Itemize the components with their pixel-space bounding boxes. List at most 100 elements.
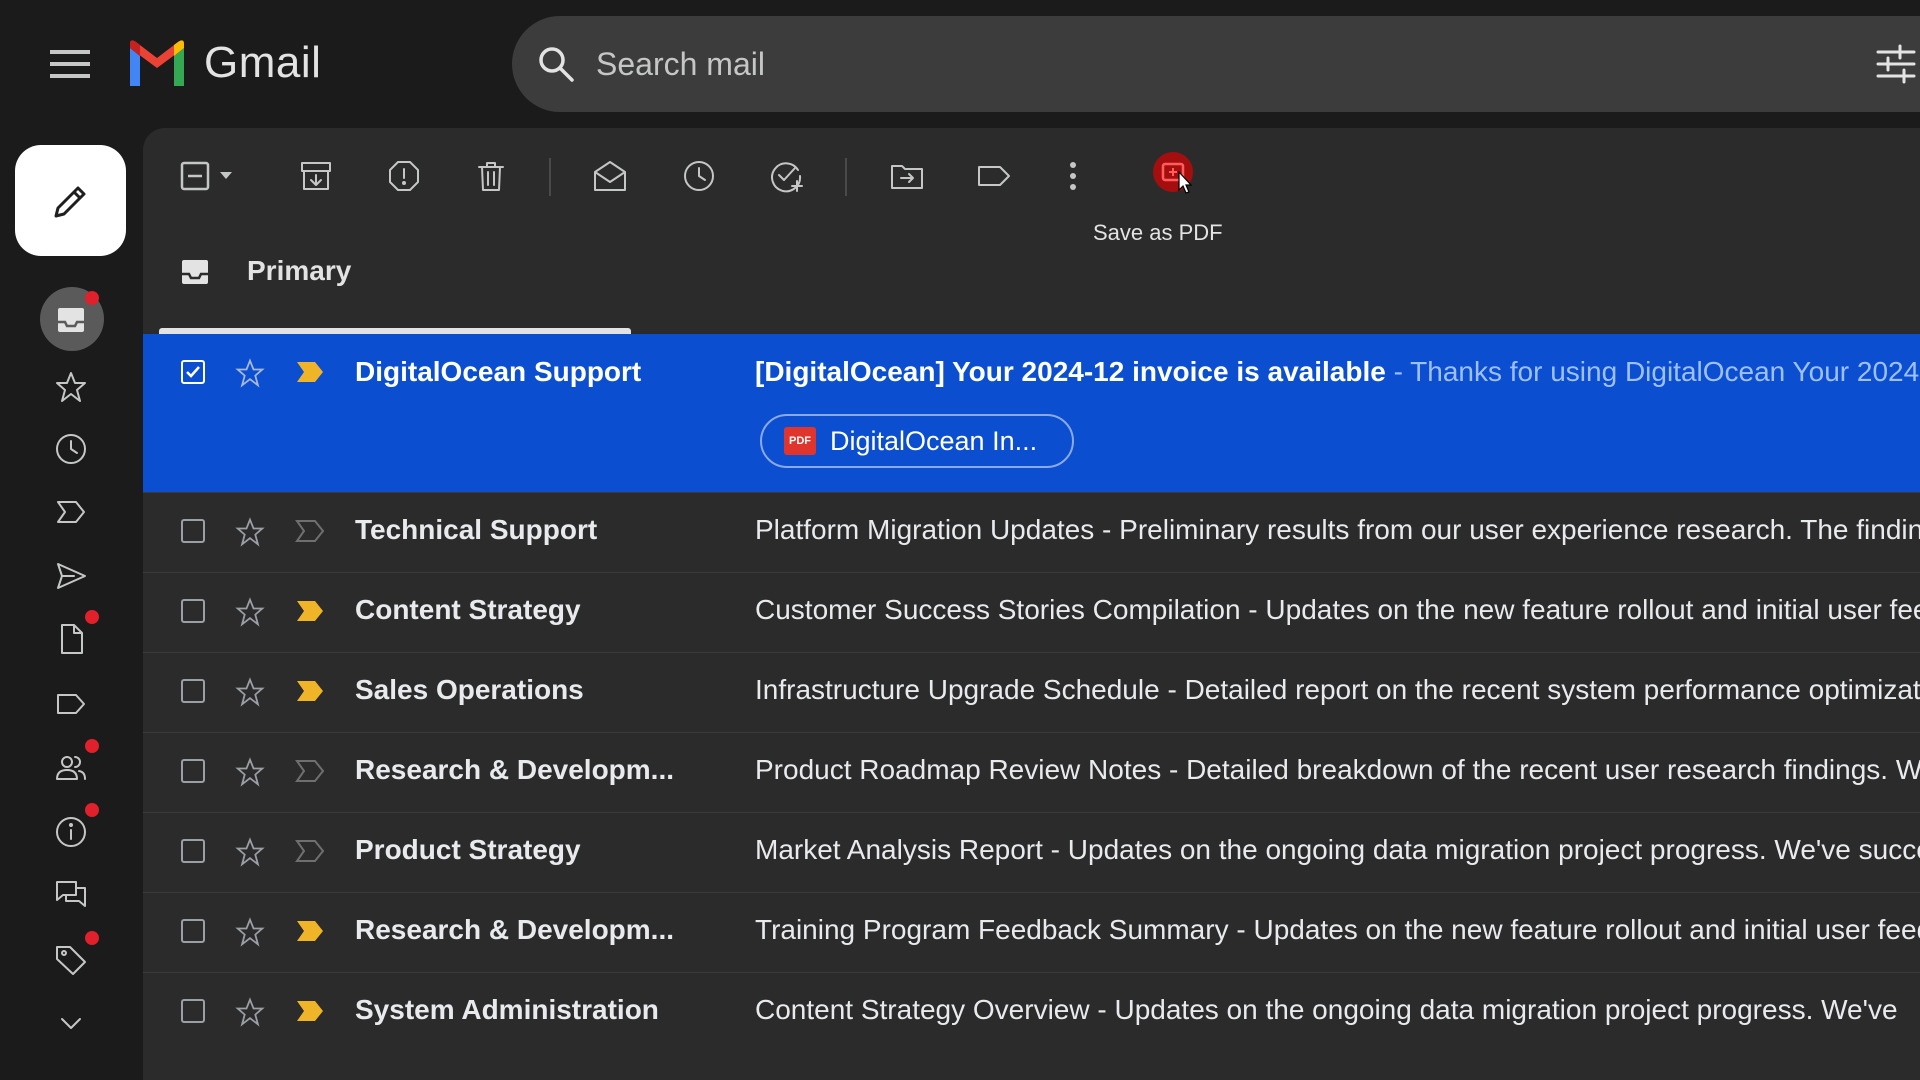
star-icon[interactable] <box>235 517 265 547</box>
star-icon[interactable] <box>235 677 265 707</box>
star-icon[interactable] <box>235 757 265 787</box>
email-sender: Research & Developm... <box>355 914 675 945</box>
email-list: DigitalOcean Support [DigitalOcean] Your… <box>143 334 1920 1052</box>
chevron-down-icon <box>61 1018 81 1029</box>
email-preview: [DigitalOcean] Your 2024-12 invoice is a… <box>755 356 1920 388</box>
gmail-logo[interactable]: Gmail <box>126 38 321 88</box>
important-marker-icon[interactable] <box>295 999 325 1023</box>
delete-button[interactable] <box>467 152 515 200</box>
snooze-button[interactable] <box>675 152 723 200</box>
main-menu-button[interactable] <box>40 44 100 84</box>
mail-panel: Save as PDF Primary DigitalOcean Support… <box>143 128 1920 1080</box>
email-preview: Customer Success Stories Compilation - U… <box>755 594 1920 626</box>
email-subject: Training Program Feedback Summary <box>755 914 1229 945</box>
search-options-icon[interactable] <box>1876 44 1916 84</box>
important-marker-icon[interactable] <box>295 679 325 703</box>
email-row[interactable]: System Administration Content Strategy O… <box>143 972 1920 1052</box>
hamburger-icon <box>50 50 90 78</box>
add-to-tasks-button[interactable] <box>763 152 811 200</box>
gmail-m-icon <box>130 40 184 86</box>
compose-button[interactable] <box>15 145 126 256</box>
email-sender: Content Strategy <box>355 594 581 625</box>
rail-drafts[interactable] <box>41 610 101 664</box>
select-button[interactable] <box>175 152 245 200</box>
important-marker-icon[interactable] <box>295 519 325 543</box>
email-subject: [DigitalOcean] Your 2024-12 invoice is a… <box>755 356 1386 387</box>
email-subject: Content Strategy Overview <box>755 994 1090 1025</box>
checkmark-icon <box>186 366 200 378</box>
inbox-icon <box>58 308 84 332</box>
email-row[interactable]: Sales Operations Infrastructure Upgrade … <box>143 652 1920 732</box>
select-checkbox-icon <box>180 161 232 191</box>
row-checkbox[interactable] <box>181 839 205 863</box>
promotions-notification-dot <box>85 931 99 945</box>
rail-snoozed[interactable] <box>41 424 101 474</box>
rail-labels[interactable] <box>41 679 101 729</box>
more-actions-button[interactable] <box>1053 152 1093 200</box>
inbox-notification-dot <box>85 291 99 305</box>
tab-primary[interactable]: Primary <box>159 238 631 304</box>
draft-icon <box>61 624 83 654</box>
clock-icon <box>56 434 86 464</box>
email-sender: Sales Operations <box>355 674 584 705</box>
email-subject: Customer Success Stories Compilation <box>755 594 1241 625</box>
report-spam-button[interactable] <box>380 152 428 200</box>
email-sender: Product Strategy <box>355 834 581 865</box>
important-marker-icon[interactable] <box>295 599 325 623</box>
email-snippet: - Updates on the ongoing data migration … <box>1089 994 1898 1025</box>
email-preview: Training Program Feedback Summary - Upda… <box>755 914 1920 946</box>
row-checkbox[interactable] <box>181 599 205 623</box>
email-row[interactable]: Technical Support Platform Migration Upd… <box>143 492 1920 572</box>
email-snippet: - Detailed report on the recent system p… <box>1159 674 1920 705</box>
row-checkbox[interactable] <box>181 360 205 384</box>
search-input[interactable] <box>594 44 1698 84</box>
important-marker-icon[interactable] <box>295 839 325 863</box>
search-icon[interactable] <box>536 44 576 84</box>
important-marker-icon[interactable] <box>295 759 325 783</box>
row-checkbox[interactable] <box>181 759 205 783</box>
tab-label: Primary <box>247 255 352 286</box>
star-icon[interactable] <box>235 997 265 1027</box>
star-icon[interactable] <box>235 917 265 947</box>
important-marker-icon[interactable] <box>295 919 325 943</box>
email-sender: DigitalOcean Support <box>355 356 642 387</box>
star-icon[interactable] <box>235 358 265 388</box>
star-icon[interactable] <box>235 597 265 627</box>
email-snippet: - Detailed breakdown of the recent user … <box>1161 754 1920 785</box>
move-to-button[interactable] <box>883 152 931 200</box>
app-name: Gmail <box>204 38 322 87</box>
inbox-icon <box>182 260 208 284</box>
archive-button[interactable] <box>292 152 340 200</box>
rail-more[interactable] <box>41 999 101 1049</box>
email-snippet: - Updates on the new feature rollout and… <box>1248 594 1920 625</box>
save-as-pdf-button[interactable] <box>1143 142 1203 202</box>
rail-inbox[interactable] <box>40 287 104 351</box>
rail-social[interactable] <box>41 739 101 793</box>
email-row[interactable]: Product Strategy Market Analysis Report … <box>143 812 1920 892</box>
search-bar[interactable] <box>512 16 1920 112</box>
email-row[interactable]: Content Strategy Customer Success Storie… <box>143 572 1920 652</box>
important-marker-icon[interactable] <box>295 360 325 384</box>
row-checkbox[interactable] <box>181 999 205 1023</box>
rail-promotions[interactable] <box>41 931 101 985</box>
labels-button[interactable] <box>970 152 1018 200</box>
email-preview: Infrastructure Upgrade Schedule - Detail… <box>755 674 1920 706</box>
email-subject: Infrastructure Upgrade Schedule <box>755 674 1160 705</box>
email-snippet: - Updates on the new feature rollout and… <box>1228 914 1920 945</box>
row-checkbox[interactable] <box>181 679 205 703</box>
rail-sent[interactable] <box>41 551 101 601</box>
email-row[interactable]: Research & Developm... Training Program … <box>143 892 1920 972</box>
email-sender: Technical Support <box>355 514 598 545</box>
mark-as-read-button[interactable] <box>586 152 634 200</box>
rail-forums[interactable] <box>41 870 101 920</box>
attachment-chip[interactable]: PDF DigitalOcean In... <box>760 414 1074 468</box>
rail-updates[interactable] <box>41 803 101 857</box>
star-icon[interactable] <box>235 837 265 867</box>
row-checkbox[interactable] <box>181 519 205 543</box>
email-row[interactable]: DigitalOcean Support [DigitalOcean] Your… <box>143 334 1920 492</box>
rail-important[interactable] <box>41 487 101 537</box>
row-checkbox[interactable] <box>181 919 205 943</box>
rail-starred[interactable] <box>41 362 101 412</box>
email-subject: Platform Migration Updates <box>755 514 1095 545</box>
email-row[interactable]: Research & Developm... Product Roadmap R… <box>143 732 1920 812</box>
